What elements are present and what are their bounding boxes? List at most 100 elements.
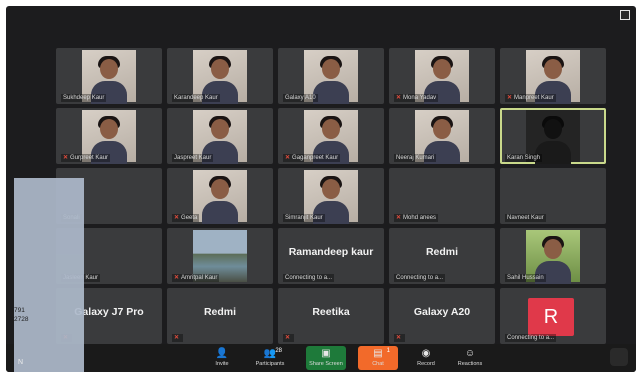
person-add-icon: 👤 [215,348,229,359]
participant-name-text: Geeta [181,215,198,221]
participants-button[interactable]: 👥 28 Participants [250,346,290,370]
participant-tile[interactable]: Galaxy A10 [278,48,384,104]
participant-tile[interactable]: ✕ Geeta [167,168,273,224]
participant-name-text: Karan Singh [507,155,541,161]
participant-device-label: Reetika [312,306,350,318]
participant-name-text: Navneet Kaur [507,215,544,221]
participant-tile[interactable]: ✕ Gurpreet Kaur [56,108,162,164]
participant-name-text: Manpreet Kaur [514,95,554,101]
participant-video [193,170,247,224]
participant-head [322,119,340,139]
participant-name: ✕ Mohd anees [394,214,439,222]
participant-name: ✕ [283,334,295,342]
overlay-line-2: 2728 [14,316,29,323]
mic-muted-icon: ✕ [63,155,69,161]
participant-name-text: Connecting to a... [285,275,333,281]
participant-name-text: Sukhdeep Kaur [63,95,105,101]
participant-tile[interactable]: R Connecting to a... [500,288,606,344]
participant-name-text: Simranjit Kaur [285,215,323,221]
participant-name: Karandeep Kaur [172,94,220,102]
participant-tile[interactable]: ✕ Gaganpreet Kaur [278,108,384,164]
participant-name: ✕ [172,334,184,342]
participant-tile[interactable]: Navneet Kaur [500,168,606,224]
record-button[interactable]: ◉ Record [406,346,446,370]
record-label: Record [417,361,435,367]
participant-head [322,59,340,79]
chat-badge: 1 [386,348,390,354]
participant-tile[interactable]: Karan Singh [500,108,606,164]
participant-name: Neeraj Kumari [394,154,437,162]
participant-tile[interactable]: Ramandeep kaur Connecting to a... [278,228,384,284]
participant-name: Sahil Hussain [505,274,546,282]
chat-label: Chat [372,361,384,367]
participant-head [100,59,118,79]
participant-tile[interactable]: Jaspreet Kaur [167,108,273,164]
participant-name-text: Mona Yadav [403,95,437,101]
participant-name: ✕ Geeta [172,214,200,222]
overlay-small-text: N [18,359,24,366]
invite-button[interactable]: 👤 Invite [202,346,242,370]
participant-tile[interactable]: ✕ Mohd anees [389,168,495,224]
share-screen-label: Share Screen [309,361,343,367]
participant-tile[interactable]: Karandeep Kaur [167,48,273,104]
participant-tile[interactable]: ✕ Manpreet Kaur [500,48,606,104]
reactions-label: Reactions [457,361,483,367]
overlay-panel: 791 2728 N [14,178,84,372]
participant-name: Simranjit Kaur [283,214,325,222]
mic-muted-icon: ✕ [174,335,180,341]
chat-button[interactable]: ▤ 1 Chat [358,346,398,370]
participant-tile[interactable]: ✕ Mona Yadav [389,48,495,104]
chat-icon: ▤ [373,348,383,359]
participant-head [322,179,340,199]
participant-tile[interactable]: Neeraj Kumari [389,108,495,164]
participant-head [544,59,562,79]
participant-tile[interactable]: Galaxy A20 ✕ [389,288,495,344]
participant-name-text: Connecting to a... [507,335,555,341]
participant-name-text: Mohd anees [403,215,437,221]
participant-tile[interactable]: Simranjit Kaur [278,168,384,224]
participant-head [544,239,562,259]
mic-muted-icon: ✕ [396,95,402,101]
participant-head [211,59,229,79]
toolbar-end-button[interactable] [610,348,628,366]
participant-tile[interactable]: Redmi ✕ [167,288,273,344]
share-screen-button[interactable]: ▣ Share Screen [306,346,346,370]
mic-muted-icon: ✕ [285,155,291,161]
mic-muted-icon: ✕ [174,275,180,281]
participant-tile[interactable]: ✕ Amritpal Kaur [167,228,273,284]
participant-name: Karan Singh [505,154,543,162]
mic-muted-icon: ✕ [396,215,402,221]
participant-name-text: Sahil Hussain [507,275,544,281]
participants-label: Participants [255,361,285,367]
participant-body [202,201,238,224]
reactions-icon: ☺ [464,348,476,359]
gallery-grid: Sukhdeep Kaur Karandeep Kaur Galaxy A10 ✕ Mo… [56,48,608,348]
invite-label: Invite [215,361,229,367]
participant-name-text: Karandeep Kaur [174,95,218,101]
participant-name-text: Gurpreet Kaur [70,155,109,161]
participant-device-label: Ramandeep kaur [288,246,374,258]
participant-device-label: Redmi [425,246,459,258]
participant-tile[interactable]: Reetika ✕ [278,288,384,344]
participant-tile[interactable]: Redmi Connecting to a... [389,228,495,284]
participant-name: ✕ Amritpal Kaur [172,274,220,282]
participant-name: Connecting to a... [394,274,446,282]
fullscreen-icon[interactable] [620,10,630,20]
participant-name: ✕ Gurpreet Kaur [61,154,111,162]
participant-name: Connecting to a... [283,274,335,282]
mic-muted-icon: ✕ [396,335,402,341]
participant-name: ✕ [394,334,406,342]
participant-device-label: Galaxy A20 [413,306,471,318]
participant-avatar: R [528,298,574,336]
reactions-button[interactable]: ☺ Reactions [450,346,490,370]
record-icon: ◉ [421,348,431,359]
overlay-text: 791 2728 [14,306,28,324]
meeting-toolbar: 👤 Invite 👥 28 Participants ▣ Share Scree… [6,344,636,372]
mic-muted-icon: ✕ [285,335,291,341]
participants-count: 28 [275,348,282,354]
participant-head [544,119,562,139]
participant-name: ✕ Manpreet Kaur [505,94,556,102]
participant-tile[interactable]: Sukhdeep Kaur [56,48,162,104]
participant-tile[interactable]: Sahil Hussain [500,228,606,284]
participant-name-text: Connecting to a... [396,275,444,281]
